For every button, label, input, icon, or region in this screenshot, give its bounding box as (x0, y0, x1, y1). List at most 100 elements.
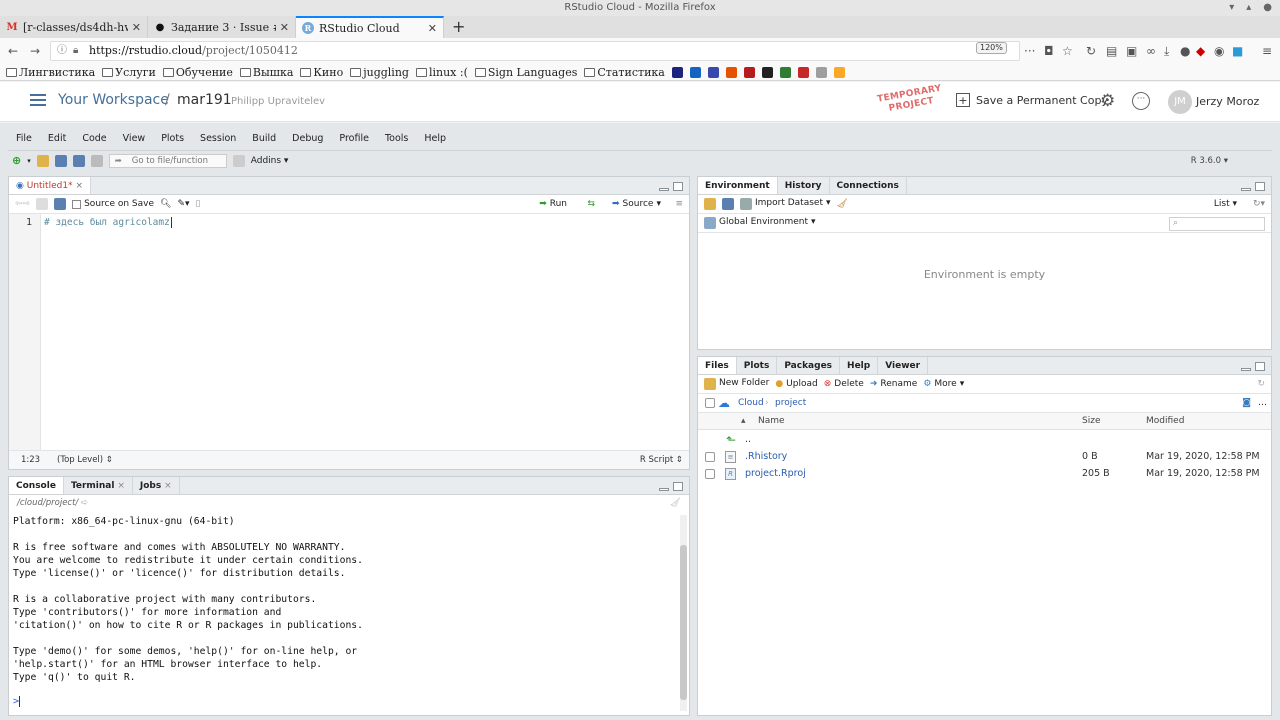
bookmark-star-icon[interactable]: ☆ (1062, 44, 1073, 58)
page-actions-icon[interactable]: ··· (1024, 44, 1035, 58)
bookmark-folder[interactable]: Статистика (584, 66, 665, 79)
url-bar[interactable]: ⓘ 🔒︎ https://rstudio.cloud/project/10504… (50, 41, 1020, 61)
menu-plots[interactable]: Plots (153, 130, 192, 148)
maximize-pane-icon[interactable] (673, 482, 683, 491)
menu-debug[interactable]: Debug (284, 130, 331, 148)
close-tab-icon[interactable]: ✕ (280, 21, 289, 34)
column-modified[interactable]: Modified (1146, 416, 1184, 426)
refresh-icon[interactable]: ↻ (1257, 379, 1265, 389)
column-name[interactable]: Name (758, 416, 785, 426)
rename-button[interactable]: ➜ Rename (870, 379, 917, 389)
list-view-selector[interactable]: List ▾ (1214, 199, 1237, 209)
tab-jobs[interactable]: Jobs × (133, 477, 180, 494)
maximize-pane-icon[interactable] (1255, 182, 1265, 191)
bookmark-folder[interactable]: linux :( (415, 66, 468, 79)
tab-packages[interactable]: Packages (777, 357, 841, 374)
maximize-icon[interactable]: ▴ (1246, 0, 1251, 16)
download-icon[interactable]: ⤓ (1164, 44, 1169, 59)
go-to-file-input[interactable]: ➦ Go to file/function (108, 153, 227, 168)
import-dataset-button[interactable]: Import Dataset ▾ (740, 198, 831, 210)
environment-search-input[interactable]: ⌕ (1169, 217, 1265, 231)
column-size[interactable]: Size (1082, 416, 1100, 426)
new-file-icon[interactable]: ⊕ (12, 154, 21, 167)
row-checkbox[interactable] (705, 451, 715, 462)
workspace-link[interactable]: Your Workspace (58, 92, 169, 108)
bookmark-favicon[interactable] (779, 66, 791, 78)
parent-directory-row[interactable]: ⬑ .. (698, 431, 1271, 448)
breadcrumb-cloud[interactable]: Cloud (738, 398, 764, 408)
bookmark-folder[interactable]: Обучение (162, 66, 233, 79)
save-permanent-copy-button[interactable]: + Save a Permanent Copy (956, 93, 1108, 107)
browser-tab-rstudio[interactable]: R RStudio Cloud ✕ (296, 16, 444, 38)
tab-files[interactable]: Files (698, 357, 737, 374)
close-tab-icon[interactable]: × (114, 481, 125, 491)
hamburger-menu-icon[interactable]: ≡ (1262, 44, 1272, 58)
grid-layout-icon[interactable] (232, 154, 245, 167)
bookmark-folder[interactable]: juggling (350, 66, 409, 79)
load-workspace-icon[interactable] (704, 198, 716, 210)
close-tab-icon[interactable]: × (161, 481, 172, 491)
tab-environment[interactable]: Environment (698, 177, 778, 194)
scrollbar-thumb[interactable] (680, 545, 687, 700)
menu-help[interactable]: Help (416, 130, 454, 148)
menu-session[interactable]: Session (192, 130, 244, 148)
refresh-icon[interactable]: ↻▾ (1253, 199, 1265, 209)
tab-console[interactable]: Console (9, 477, 64, 494)
console-scrollbar[interactable] (680, 515, 687, 711)
tab-history[interactable]: History (778, 177, 830, 194)
pocket-icon[interactable]: ◘ (1044, 44, 1054, 58)
scope-selector[interactable]: (Top Level) ⇕ (57, 455, 113, 465)
tabs-icon[interactable]: ▣ (1126, 44, 1137, 58)
menu-build[interactable]: Build (244, 130, 284, 148)
save-all-icon[interactable] (72, 154, 85, 167)
search-icon[interactable]: 🔍︎ (160, 199, 171, 209)
browser-tab-gmail[interactable]: M [r-classes/ds4dh-hw4v2 ✕ (0, 16, 148, 38)
more-button[interactable]: ⚙ More ▾ (923, 379, 964, 389)
project-icon[interactable]: ◙ (1242, 398, 1251, 408)
r-version[interactable]: R 3.6.0 ▾ (1191, 156, 1228, 166)
minimize-pane-icon[interactable] (1241, 368, 1251, 371)
sync-icon[interactable]: ◉ (1214, 44, 1224, 58)
close-tab-icon[interactable]: × (75, 181, 83, 191)
new-tab-icon[interactable]: + (452, 17, 465, 36)
bookmark-favicon[interactable] (797, 66, 809, 78)
file-name[interactable]: project.Rproj (745, 468, 806, 479)
compile-icon[interactable]: ▯ (196, 199, 201, 209)
bookmark-favicon[interactable] (815, 66, 827, 78)
tab-help[interactable]: Help (840, 357, 879, 374)
menu-code[interactable]: Code (74, 130, 114, 148)
bookmark-favicon[interactable] (761, 66, 773, 78)
save-workspace-icon[interactable] (722, 198, 734, 210)
mask-icon[interactable]: ∞ (1146, 44, 1156, 58)
print-icon[interactable] (90, 154, 103, 167)
forward-icon[interactable]: → (30, 44, 40, 58)
open-folder-icon[interactable] (36, 154, 49, 167)
tab-untitled1[interactable]: ◉ Untitled1* × (9, 177, 91, 194)
bookmark-folder[interactable]: Sign Languages (474, 66, 577, 79)
browser-tab-github[interactable]: ● Задание 3 · Issue #2 · r-cl ✕ (148, 16, 296, 38)
tab-plots[interactable]: Plots (737, 357, 778, 374)
bookmark-favicon[interactable] (707, 66, 719, 78)
breadcrumb-project[interactable]: project (775, 398, 806, 408)
console-prompt[interactable]: > (13, 696, 21, 707)
close-tab-icon[interactable]: ✕ (132, 21, 141, 34)
tab-connections[interactable]: Connections (830, 177, 907, 194)
show-in-window-icon[interactable] (36, 198, 49, 210)
bookmark-favicon[interactable] (833, 66, 845, 78)
close-window-icon[interactable]: ● (1263, 0, 1272, 16)
new-folder-button[interactable]: New Folder (704, 378, 769, 390)
magic-wand-icon[interactable]: ✎▾ (177, 199, 189, 209)
translate-icon[interactable]: ■ (1232, 44, 1243, 58)
back-arrow-icon[interactable]: ⇦⇨ (15, 199, 30, 209)
menu-tools[interactable]: Tools (377, 130, 416, 148)
close-tab-icon[interactable]: ✕ (428, 22, 437, 35)
lock-icon[interactable]: 🔒︎ (73, 42, 78, 60)
back-icon[interactable]: ← (8, 44, 18, 58)
parent-directory-link[interactable]: .. (745, 434, 751, 445)
bookmark-favicon[interactable] (743, 66, 755, 78)
chevron-down-icon[interactable]: ▾ (27, 157, 31, 165)
delete-button[interactable]: ⊗ Delete (824, 379, 864, 389)
source-button[interactable]: ➡ Source ▾ (612, 199, 661, 209)
bookmark-favicon[interactable] (725, 66, 737, 78)
more-dots-icon[interactable]: … (1258, 398, 1267, 408)
